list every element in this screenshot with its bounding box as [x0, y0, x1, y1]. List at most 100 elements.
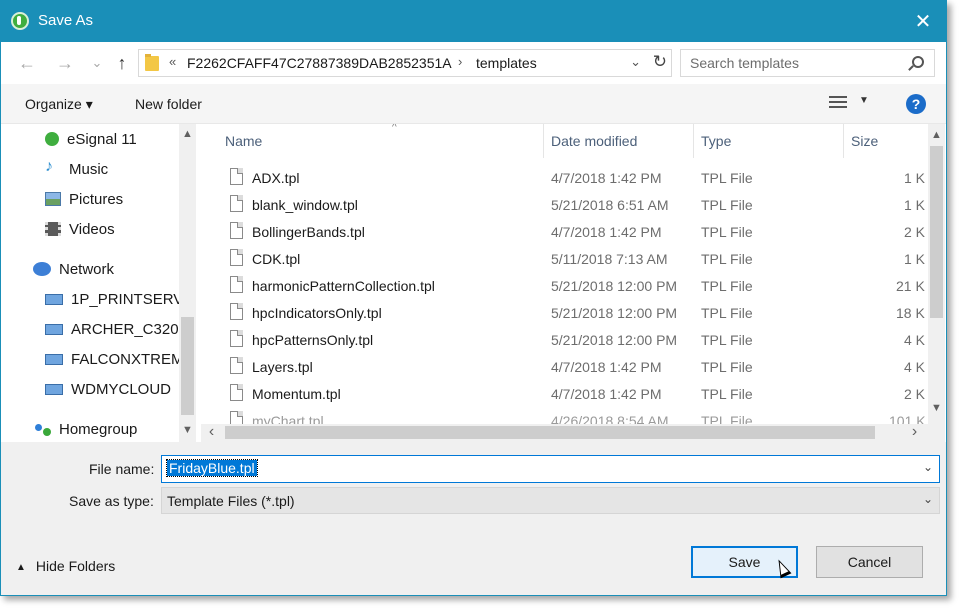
file-type: TPL File [701, 332, 753, 348]
nav-item-videos[interactable]: Videos [1, 214, 179, 244]
file-row[interactable]: CDK.tpl 5/11/2018 7:13 AM TPL File 1 K [201, 246, 928, 273]
nav-item-label: FALCONXTREME [71, 350, 179, 368]
navigation-pane: eSignal 11 Music Pictures Videos Network… [1, 124, 201, 442]
file-size: 4 K [904, 359, 926, 375]
file-date: 4/7/2018 1:42 PM [551, 224, 662, 240]
file-size: 4 K [904, 332, 926, 348]
file-row[interactable]: hpcIndicatorsOnly.tpl 5/21/2018 12:00 PM… [201, 300, 928, 327]
save-as-type-select[interactable]: Template Files (*.tpl) ⌄ [161, 487, 940, 514]
file-date: 5/11/2018 7:13 AM [551, 251, 668, 267]
file-row[interactable]: Momentum.tpl 4/7/2018 1:42 PM TPL File 2… [201, 381, 928, 408]
scroll-down-arrow-icon[interactable]: ▼ [928, 402, 945, 414]
recent-locations-chevron-icon[interactable]: ⌄ [85, 51, 109, 75]
search-icon[interactable] [912, 56, 924, 68]
help-icon[interactable]: ? [906, 94, 926, 114]
file-size: 1 K [904, 251, 926, 267]
search-input[interactable] [681, 50, 901, 76]
file-row[interactable]: harmonicPatternCollection.tpl 5/21/2018 … [201, 273, 928, 300]
nav-item-falconxtreme[interactable]: FALCONXTREME [1, 344, 179, 374]
file-size: 18 K [896, 305, 925, 321]
computer-icon [45, 293, 63, 305]
file-icon [230, 303, 243, 320]
refresh-icon[interactable]: ↻ [653, 52, 667, 72]
column-header-label: Type [701, 133, 732, 149]
nav-item-pictures[interactable]: Pictures [1, 184, 179, 214]
column-header-size[interactable]: Size [844, 124, 928, 158]
column-header-name[interactable]: Name ^ [218, 124, 544, 158]
scroll-down-arrow-icon[interactable]: ▼ [179, 424, 196, 436]
view-options-dropdown-icon[interactable]: ▼ [859, 95, 869, 106]
hide-folders-toggle[interactable]: ▲ Hide Folders [16, 558, 115, 574]
address-dropdown-icon[interactable]: ⌄ [630, 54, 641, 70]
scroll-up-arrow-icon[interactable]: ▲ [179, 128, 196, 140]
cancel-button[interactable]: Cancel [816, 546, 923, 578]
nav-item-wdmycloud[interactable]: WDMYCLOUD [1, 374, 179, 404]
scroll-up-arrow-icon[interactable]: ▲ [928, 129, 945, 141]
file-name: hpcPatternsOnly.tpl [252, 332, 374, 348]
file-icon [230, 276, 243, 293]
computer-icon [45, 353, 63, 365]
search-box[interactable] [680, 49, 935, 77]
close-button[interactable]: ✕ [900, 1, 946, 42]
breadcrumb-overflow-icon[interactable]: « [169, 54, 176, 69]
new-folder-button[interactable]: New folder [135, 96, 202, 112]
nav-item-label: Music [69, 160, 109, 178]
file-name-input[interactable]: FridayBlue.tpl [166, 459, 258, 477]
view-details-icon[interactable] [829, 96, 849, 110]
file-list-vertical-scrollbar[interactable]: ▲ ▼ [928, 124, 945, 424]
file-name: blank_window.tpl [252, 197, 358, 213]
breadcrumb-current[interactable]: templates [476, 55, 537, 71]
esignal-app-icon [11, 12, 29, 30]
nav-item-network[interactable]: Network [1, 254, 179, 284]
file-row[interactable]: blank_window.tpl 5/21/2018 6:51 AM TPL F… [201, 192, 928, 219]
file-name-combobox[interactable]: FridayBlue.tpl ⌄ [161, 455, 940, 483]
file-list-scrollbar-thumb[interactable] [930, 146, 943, 318]
hide-folders-label: Hide Folders [35, 558, 116, 574]
breadcrumb-separator-icon[interactable]: › [458, 54, 462, 69]
file-type: TPL File [701, 386, 753, 402]
chevron-down-icon[interactable]: ⌄ [923, 492, 933, 506]
organize-menu[interactable]: Organize ▾ [25, 96, 93, 113]
file-name: Momentum.tpl [252, 386, 341, 402]
file-type: TPL File [701, 170, 753, 186]
music-icon [45, 158, 61, 176]
column-header-type[interactable]: Type [694, 124, 844, 158]
file-row[interactable]: ADX.tpl 4/7/2018 1:42 PM TPL File 1 K [201, 165, 928, 192]
scroll-right-arrow-icon[interactable]: › [906, 423, 923, 441]
nav-item-archer[interactable]: ARCHER_C3200 [1, 314, 179, 344]
scroll-left-arrow-icon[interactable]: ‹ [203, 423, 220, 441]
nav-item-label: Videos [69, 220, 115, 238]
file-row[interactable]: BollingerBands.tpl 4/7/2018 1:42 PM TPL … [201, 219, 928, 246]
nav-scrollbar[interactable]: ▲ ▼ [179, 124, 196, 442]
file-size: 2 K [904, 386, 926, 402]
nav-item-music[interactable]: Music [1, 154, 179, 184]
nav-item-homegroup[interactable]: Homegroup [1, 414, 179, 442]
file-row[interactable]: Layers.tpl 4/7/2018 1:42 PM TPL File 4 K [201, 354, 928, 381]
title-bar[interactable]: Save As ✕ [1, 1, 946, 42]
nav-item-label: 1P_PRINTSERV74 [71, 290, 179, 308]
nav-item-esignal[interactable]: eSignal 11 [1, 124, 179, 154]
file-date: 4/7/2018 1:42 PM [551, 170, 662, 186]
chevron-down-icon[interactable]: ⌄ [923, 460, 933, 474]
address-box[interactable]: « F2262CFAFF47C27887389DAB2852351A › tem… [138, 49, 672, 77]
file-icon [230, 249, 243, 266]
column-header-label: Name [225, 133, 263, 149]
nav-item-1p-printserv[interactable]: 1P_PRINTSERV74 [1, 284, 179, 314]
sort-ascending-icon: ^ [392, 124, 397, 133]
network-icon [33, 262, 51, 276]
save-as-dialog: Save As ✕ ← → ⌄ ↑ « F2262CFAFF47C2788738… [0, 0, 947, 596]
file-type: TPL File [701, 224, 753, 240]
command-bar: Organize ▾ New folder ▼ ? [1, 84, 946, 124]
forward-arrow-icon[interactable]: → [53, 51, 77, 75]
column-header-date[interactable]: Date modified [544, 124, 694, 158]
nav-scrollbar-thumb[interactable] [181, 317, 194, 415]
back-arrow-icon[interactable]: ← [15, 51, 39, 75]
file-row[interactable]: hpcPatternsOnly.tpl 5/21/2018 12:00 PM T… [201, 327, 928, 354]
breadcrumb-parent[interactable]: F2262CFAFF47C27887389DAB2852351A [187, 55, 452, 71]
file-type: TPL File [701, 197, 753, 213]
horizontal-scrollbar-thumb[interactable] [225, 426, 875, 439]
save-as-type-value: Template Files (*.tpl) [167, 493, 295, 509]
file-list-horizontal-scrollbar[interactable]: ‹ › [201, 423, 928, 442]
file-type: TPL File [701, 359, 753, 375]
up-arrow-icon[interactable]: ↑ [110, 51, 134, 75]
